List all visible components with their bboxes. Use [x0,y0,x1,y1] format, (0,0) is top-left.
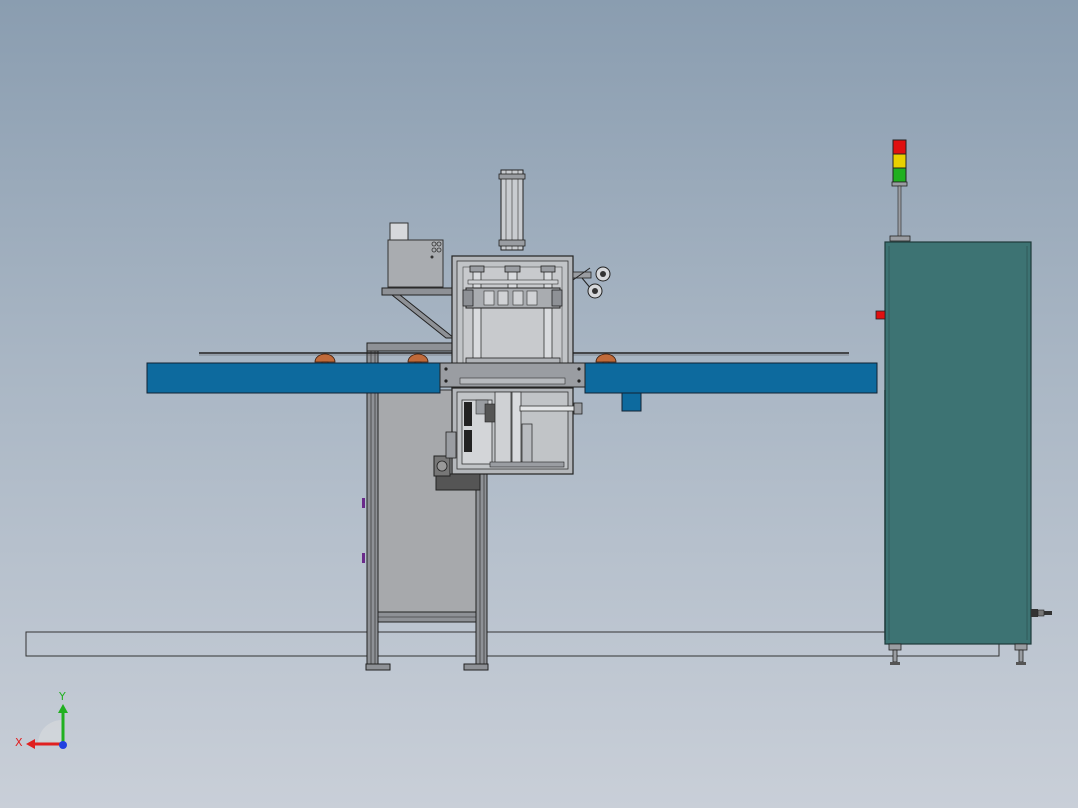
conveyor-beam [584,362,878,394]
z-axis-dot [59,741,67,749]
vent-cylinder [389,222,409,242]
frame-right-post [475,469,488,670]
frame-marker [362,553,365,563]
frame-top-rail [366,342,455,352]
guide-column [543,269,553,371]
control-box [387,239,444,288]
cable-connector [1031,609,1052,617]
y-axis-arrowhead [58,704,68,713]
cad-viewport[interactable]: Y X [0,0,1078,808]
signal-tower-pole [897,185,902,239]
signal-light-green [892,167,907,183]
frame-marker [362,498,365,508]
machine-side-view: Y X [15,139,1052,749]
coordinate-triad: Y X [15,690,68,749]
conveyor-beam [146,362,441,394]
emergency-button [875,310,886,320]
press-station [433,169,611,491]
leveling-foot [888,643,902,665]
leveling-foot [1014,643,1028,665]
shaft [519,405,581,412]
cabinet-body [884,241,1032,645]
shelf-brace [390,294,456,339]
frame-foot-right [463,663,489,671]
y-axis-label: Y [58,690,66,703]
frame-foot-left [365,663,391,671]
x-axis-arrowhead [26,739,35,749]
signal-light-red [892,139,907,155]
x-axis-label: X [15,736,23,749]
signal-tower [889,139,911,242]
pneumatic-fittings [572,266,611,299]
guide-column [472,269,482,371]
signal-light-yellow [892,153,907,169]
electrical-cabinet [875,241,1052,665]
conveyor-drive-block [621,392,642,412]
box-shelf [381,287,453,296]
control-box-assembly [381,222,456,339]
floor-outline [25,631,1000,657]
